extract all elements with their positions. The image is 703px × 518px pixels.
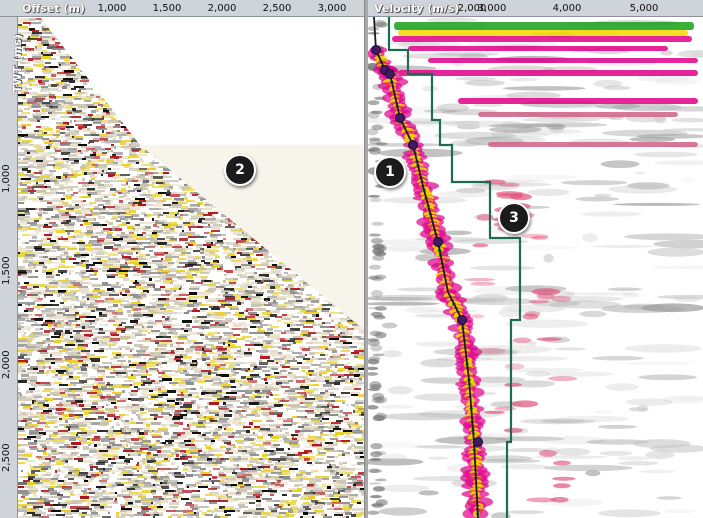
velocity-semblance-canvas[interactable]: [368, 0, 703, 518]
velocity-tick: 3,000: [477, 3, 507, 14]
offset-tick: 1,000: [97, 3, 127, 14]
velocity-pick-marker[interactable]: [395, 113, 405, 123]
twt-axis-title: TWT (ms): [11, 33, 25, 94]
twt-tick: 1,500: [1, 256, 12, 285]
callout-badge: 3: [498, 202, 530, 234]
velocity-pick-marker[interactable]: [385, 69, 395, 79]
offset-axis-title: Offset (m): [22, 2, 85, 15]
offset-axis: Offset (m) 1,000 1,500 2,000 2,500 3,000: [0, 0, 364, 17]
gather-panel[interactable]: Offset (m) 1,000 1,500 2,000 2,500 3,000…: [0, 0, 364, 518]
offset-tick: 3,000: [317, 3, 347, 14]
velocity-tick: 5,000: [629, 3, 659, 14]
velocity-pick-marker[interactable]: [408, 140, 418, 150]
semblance-panel[interactable]: Velocity (m/s) 2,000 3,000 4,000 5,000 1…: [368, 0, 703, 518]
callout-badge: 1: [374, 156, 406, 188]
velocity-pick-marker[interactable]: [371, 45, 381, 55]
twt-tick: 2,000: [1, 350, 12, 379]
twt-tick: 2,500: [1, 443, 12, 472]
velocity-axis-title: Velocity (m/s): [374, 2, 460, 15]
twt-axis: TWT (ms) 1,000 1,500 2,000 2,500: [0, 17, 24, 518]
velocity-pick-marker[interactable]: [457, 315, 467, 325]
velocity-tick: 4,000: [552, 3, 582, 14]
twt-tick: 1,000: [1, 164, 12, 193]
velocity-axis: Velocity (m/s) 2,000 3,000 4,000 5,000: [368, 0, 703, 17]
offset-tick: 2,000: [207, 3, 237, 14]
velocity-pick-marker[interactable]: [433, 237, 443, 247]
velocity-pick-marker[interactable]: [473, 437, 483, 447]
callout-badge: 2: [224, 154, 256, 186]
offset-tick: 1,500: [152, 3, 182, 14]
seismic-gather-canvas[interactable]: [0, 0, 364, 518]
offset-tick: 2,500: [262, 3, 292, 14]
